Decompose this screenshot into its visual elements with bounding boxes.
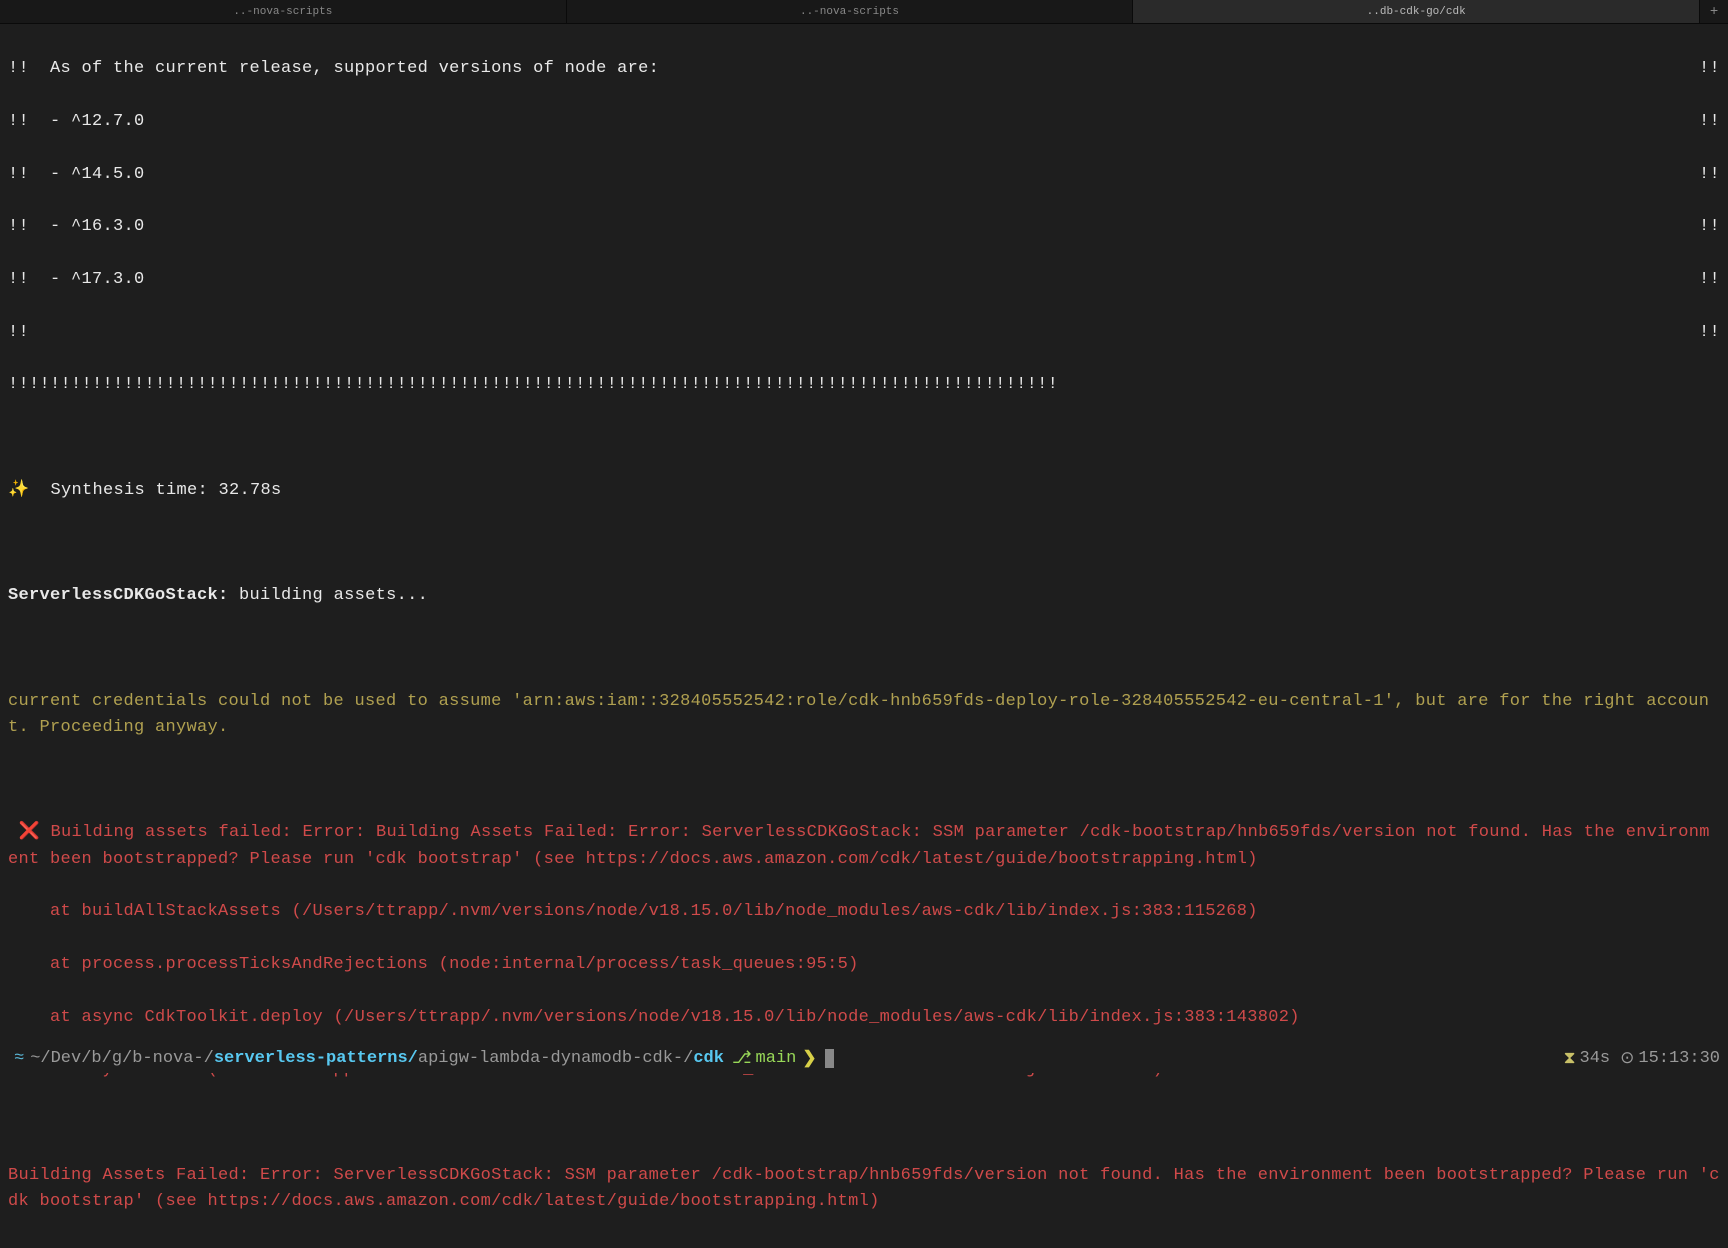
tab-3[interactable]: ..db-cdk-go/cdk	[1133, 0, 1700, 23]
clock-time: 15:13:30	[1638, 1049, 1720, 1068]
error-line: at buildAllStackAssets (/Users/ttrapp/.n…	[8, 899, 1720, 925]
arrow-icon: ≈	[14, 1049, 24, 1068]
hourglass-icon: ⧗	[1564, 1049, 1576, 1069]
tab-add-button[interactable]: +	[1700, 0, 1728, 23]
output-line: !! - ^16.3.0!!	[8, 214, 1720, 240]
prompt-line[interactable]: ≈ ~/Dev/b/g/b-nova-/serverless-patterns/…	[0, 1044, 1728, 1073]
path-segment: cdk	[693, 1049, 724, 1068]
error-line: at async CdkToolkit.deploy (/Users/ttrap…	[8, 1005, 1720, 1031]
synthesis-line: ✨ Synthesis time: 32.78s	[8, 478, 1720, 504]
cross-icon: ❌	[8, 823, 50, 842]
blank-line	[8, 1110, 1720, 1136]
blank-line	[8, 636, 1720, 662]
error-line: Building Assets Failed: Error: Serverles…	[8, 1163, 1720, 1216]
building-line: ServerlessCDKGoStack: building assets...	[8, 583, 1720, 609]
output-line: !!!!!!!!!!!!!!!!!!!!!!!!!!!!!!!!!!!!!!!!…	[8, 372, 1720, 398]
warning-line: current credentials could not be used to…	[8, 689, 1720, 742]
sparkle-icon: ✨	[8, 481, 29, 500]
tab-1[interactable]: ..-nova-scripts	[0, 0, 567, 23]
blank-line	[8, 768, 1720, 794]
stack-name: ServerlessCDKGoStack:	[8, 586, 229, 605]
tab-label: ..db-cdk-go/cdk	[1367, 6, 1466, 18]
cursor	[825, 1049, 834, 1068]
blank-line	[8, 425, 1720, 451]
clock-icon: ⊙	[1620, 1048, 1634, 1069]
output-line: !!!!	[8, 320, 1720, 346]
output-line: !! As of the current release, supported …	[8, 56, 1720, 82]
branch-icon: ⎇	[732, 1048, 752, 1069]
path-segment: apigw-lambda-dynamodb-cdk-/	[418, 1049, 693, 1068]
tab-label: ..-nova-scripts	[233, 6, 332, 18]
blank-line	[8, 531, 1720, 557]
error-line: at process.processTicksAndRejections (no…	[8, 952, 1720, 978]
output-line: !! - ^12.7.0!!	[8, 109, 1720, 135]
tab-2[interactable]: ..-nova-scripts	[567, 0, 1134, 23]
prompt-chevron-icon: ❯	[802, 1048, 816, 1069]
output-line: !! - ^14.5.0!!	[8, 162, 1720, 188]
tab-label: ..-nova-scripts	[800, 6, 899, 18]
output-line: !! - ^17.3.0!!	[8, 267, 1720, 293]
branch-name: main	[756, 1049, 797, 1068]
duration: 34s	[1580, 1049, 1611, 1068]
error-line: ❌ Building assets failed: Error: Buildin…	[8, 820, 1720, 873]
path-segment: ~/Dev/b/g/b-nova-/	[30, 1049, 214, 1068]
path-segment: serverless-patterns/	[214, 1049, 418, 1068]
tab-bar: ..-nova-scripts ..-nova-scripts ..db-cdk…	[0, 0, 1728, 24]
